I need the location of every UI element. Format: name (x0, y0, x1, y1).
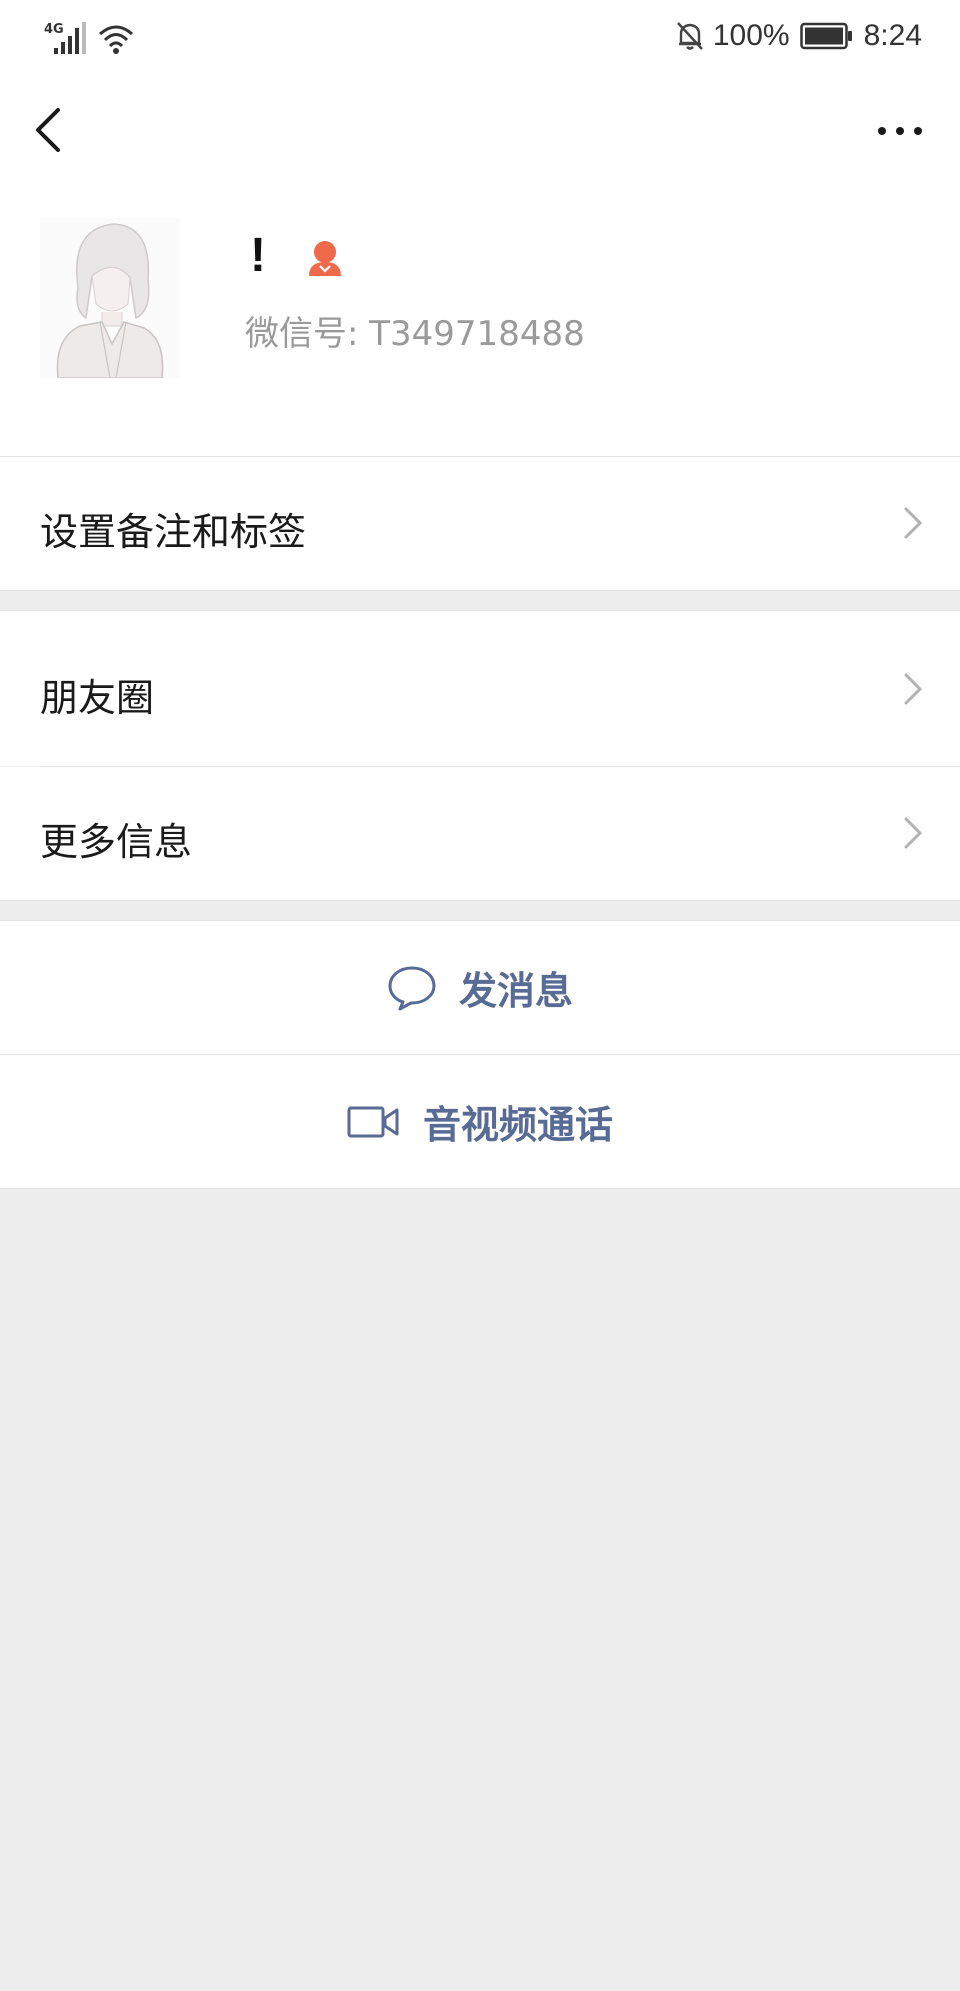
battery-percent: 100% (712, 19, 790, 52)
status-right: 100% 8:24 (673, 16, 922, 56)
nav-bar (0, 72, 960, 188)
clock: 8:24 (863, 19, 922, 52)
chevron-right-icon (904, 673, 923, 705)
status-bar: 4G 100% 8:24 (0, 0, 960, 72)
video-camera-icon (347, 1106, 399, 1137)
network-type: 4G (44, 22, 64, 37)
bell-off-icon (676, 22, 703, 50)
remark-tag-cell[interactable]: 设置备注和标签 (0, 457, 960, 590)
back-icon[interactable] (28, 102, 68, 158)
more-info-label: 更多信息 (40, 820, 193, 864)
cellular-signal-icon: 4G (44, 20, 90, 56)
moments-label: 朋友圈 (40, 676, 155, 720)
more-info-cell[interactable]: 更多信息 (0, 767, 960, 900)
av-call-label: 音视频通话 (422, 1103, 613, 1147)
divider (0, 590, 960, 591)
nickname: ! (250, 229, 266, 282)
more-dots-icon[interactable] (876, 116, 924, 146)
divider (0, 1188, 960, 1189)
send-message-button[interactable]: 发消息 (0, 921, 960, 1054)
wechat-id: 微信号: T349718488 (245, 314, 585, 354)
profile-header: ! 微信号: T349718488 (0, 188, 960, 456)
moments-cell[interactable]: 朋友圈 (0, 611, 960, 766)
wifi-icon (99, 25, 133, 54)
avatar[interactable] (40, 218, 180, 378)
chevron-right-icon (904, 817, 923, 849)
remark-tag-label: 设置备注和标签 (40, 510, 307, 554)
person-badge-icon (309, 241, 341, 276)
av-call-button[interactable]: 音视频通话 (0, 1055, 960, 1188)
battery-icon (799, 22, 852, 50)
chat-bubble-icon (388, 966, 436, 1010)
chevron-right-icon (904, 507, 923, 539)
divider (0, 900, 960, 901)
send-message-label: 发消息 (458, 969, 573, 1013)
status-left: 4G (44, 16, 136, 56)
